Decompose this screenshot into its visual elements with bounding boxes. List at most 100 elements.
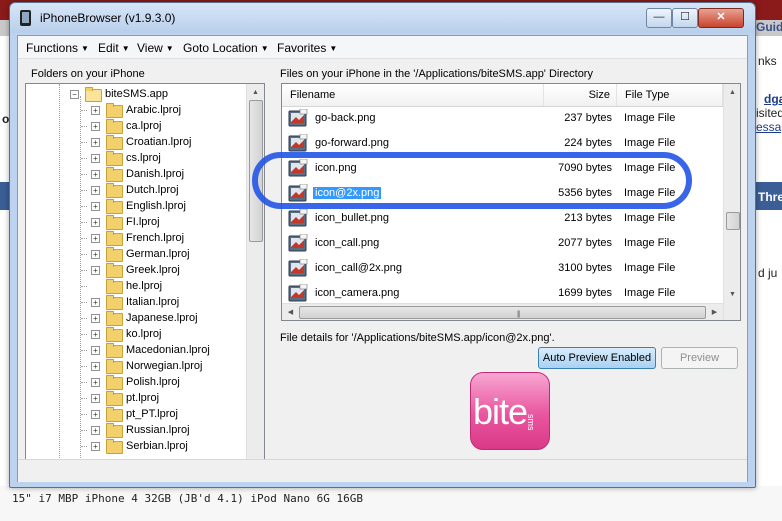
tree-connector (81, 398, 87, 399)
file-list-horizontal-scrollbar[interactable]: ◀ ||| ▶ (282, 303, 723, 320)
image-file-icon (288, 259, 308, 277)
scroll-up-arrow-icon[interactable]: ▲ (247, 84, 264, 101)
expand-icon[interactable]: + (91, 378, 100, 387)
expand-icon[interactable]: + (91, 362, 100, 371)
image-file-icon (288, 284, 308, 302)
tree-folder-item[interactable]: + Croatian.lproj (26, 134, 244, 150)
tree-connector (81, 158, 87, 159)
menu-goto-location[interactable]: Goto Location ▼ (183, 41, 269, 55)
file-name: go-forward.png (315, 137, 389, 149)
tree-vertical-scrollbar[interactable]: ▲ ▼ (246, 84, 264, 480)
folder-icon (106, 135, 123, 150)
tree-folder-item[interactable]: + Italian.lproj (26, 294, 244, 310)
menu-edit[interactable]: Edit ▼ (98, 41, 130, 55)
file-row[interactable]: go-back.png 237 bytes Image File (282, 106, 723, 131)
collapse-icon[interactable]: − (70, 90, 79, 99)
tree-root-node[interactable]: − biteSMS.app (26, 86, 244, 102)
expand-icon[interactable]: + (91, 266, 100, 275)
scroll-up-arrow-icon[interactable]: ▲ (724, 84, 740, 101)
menu-label: Favorites (277, 41, 327, 55)
scroll-down-arrow-icon[interactable]: ▼ (724, 286, 740, 303)
expand-icon[interactable]: + (91, 218, 100, 227)
tree-connector (81, 430, 87, 431)
tree-folder-item[interactable]: + Russian.lproj (26, 422, 244, 438)
expand-icon[interactable]: + (91, 154, 100, 163)
file-list-vertical-scrollbar[interactable]: ▲ ▼ (723, 84, 740, 320)
expand-icon[interactable]: + (91, 122, 100, 131)
expand-icon[interactable]: + (91, 330, 100, 339)
expand-icon[interactable]: + (91, 298, 100, 307)
menu-functions[interactable]: Functions ▼ (26, 41, 89, 55)
window-titlebar[interactable]: iPhoneBrowser (v1.9.3.0) — ☐ ✕ (10, 3, 755, 33)
folder-icon (106, 183, 123, 198)
menu-view[interactable]: View ▼ (137, 41, 174, 55)
expand-icon[interactable]: + (91, 314, 100, 323)
tree-folder-item[interactable]: + Greek.lproj (26, 262, 244, 278)
tree-folder-item[interactable]: + German.lproj (26, 246, 244, 262)
tree-folder-item[interactable]: + Macedonian.lproj (26, 342, 244, 358)
tree-folder-item[interactable]: + French.lproj (26, 230, 244, 246)
preview-button[interactable]: Preview (661, 347, 738, 369)
expand-icon[interactable]: + (91, 170, 100, 179)
tree-folder-item[interactable]: + pt_PT.lproj (26, 406, 244, 422)
tree-folder-item[interactable]: + Japanese.lproj (26, 310, 244, 326)
folder-icon (106, 407, 123, 422)
horizontal-scroll-thumb[interactable]: ||| (299, 306, 706, 319)
tree-folder-item[interactable]: + ca.lproj (26, 118, 244, 134)
expand-icon[interactable]: + (91, 106, 100, 115)
tree-folder-item[interactable]: + English.lproj (26, 198, 244, 214)
file-type: Image File (624, 237, 676, 249)
expand-icon[interactable]: + (91, 426, 100, 435)
tree-folder-item[interactable]: + cs.lproj (26, 150, 244, 166)
expand-icon[interactable]: + (91, 346, 100, 355)
file-type: Image File (624, 262, 676, 274)
column-header-filetype[interactable]: File Type (617, 84, 723, 106)
expand-icon[interactable]: + (91, 138, 100, 147)
tree-folder-item[interactable]: + FI.lproj (26, 214, 244, 230)
expand-icon[interactable]: + (91, 250, 100, 259)
folder-icon (106, 295, 123, 310)
file-size: 3100 bytes (558, 262, 612, 274)
menu-bar: Functions ▼ Edit ▼ View ▼ Goto Location ▼ Fa… (18, 36, 747, 59)
menu-favorites[interactable]: Favorites ▼ (277, 41, 337, 55)
file-name: icon_bullet.png (315, 212, 390, 224)
tree-folder-item[interactable]: he.lproj (26, 278, 244, 294)
file-row[interactable]: icon_bullet.png 213 bytes Image File (282, 206, 723, 231)
auto-preview-button[interactable]: Auto Preview Enabled (538, 347, 656, 369)
folder-icon (106, 343, 123, 358)
minimize-button[interactable]: — (646, 8, 672, 28)
tree-folder-item[interactable]: + Norwegian.lproj (26, 358, 244, 374)
tree-folder-item[interactable]: + ko.lproj (26, 326, 244, 342)
tree-folder-item[interactable]: + Arabic.lproj (26, 102, 244, 118)
expand-icon[interactable]: + (91, 410, 100, 419)
tree-folder-item[interactable]: + Serbian.lproj (26, 438, 244, 454)
column-header-filename[interactable]: Filename (282, 84, 544, 106)
close-button[interactable]: ✕ (698, 8, 744, 28)
chevron-down-icon: ▼ (81, 44, 89, 53)
file-row[interactable]: icon_call.png 2077 bytes Image File (282, 231, 723, 256)
folder-tree[interactable]: − biteSMS.app + Arabic.lproj + ca.lproj + Cro… (25, 83, 265, 481)
expand-icon[interactable]: + (91, 234, 100, 243)
tree-folder-item[interactable]: + Danish.lproj (26, 166, 244, 182)
tree-folder-item[interactable]: + pt.lproj (26, 390, 244, 406)
tree-folder-item[interactable]: + Dutch.lproj (26, 182, 244, 198)
expand-icon[interactable]: + (91, 186, 100, 195)
expand-icon[interactable]: + (91, 202, 100, 211)
bg-fragment-message: essag (756, 120, 782, 134)
file-list-scroll-thumb[interactable] (726, 212, 740, 230)
tree-node-label: Dutch.lproj (126, 184, 179, 196)
iphone-app-icon (20, 10, 31, 26)
folder-icon (106, 119, 123, 134)
maximize-button[interactable]: ☐ (672, 8, 698, 28)
expand-icon[interactable]: + (91, 442, 100, 451)
file-row[interactable]: icon_call@2x.png 3100 bytes Image File (282, 256, 723, 281)
scroll-left-arrow-icon[interactable]: ◀ (282, 304, 299, 320)
tree-connector (81, 382, 87, 383)
tree-node-label: pt_PT.lproj (126, 408, 178, 420)
expand-icon[interactable]: + (91, 394, 100, 403)
tree-connector (81, 334, 87, 335)
scroll-right-arrow-icon[interactable]: ▶ (706, 304, 723, 320)
tree-connector (81, 366, 87, 367)
column-header-size[interactable]: Size (544, 84, 617, 106)
tree-folder-item[interactable]: + Polish.lproj (26, 374, 244, 390)
